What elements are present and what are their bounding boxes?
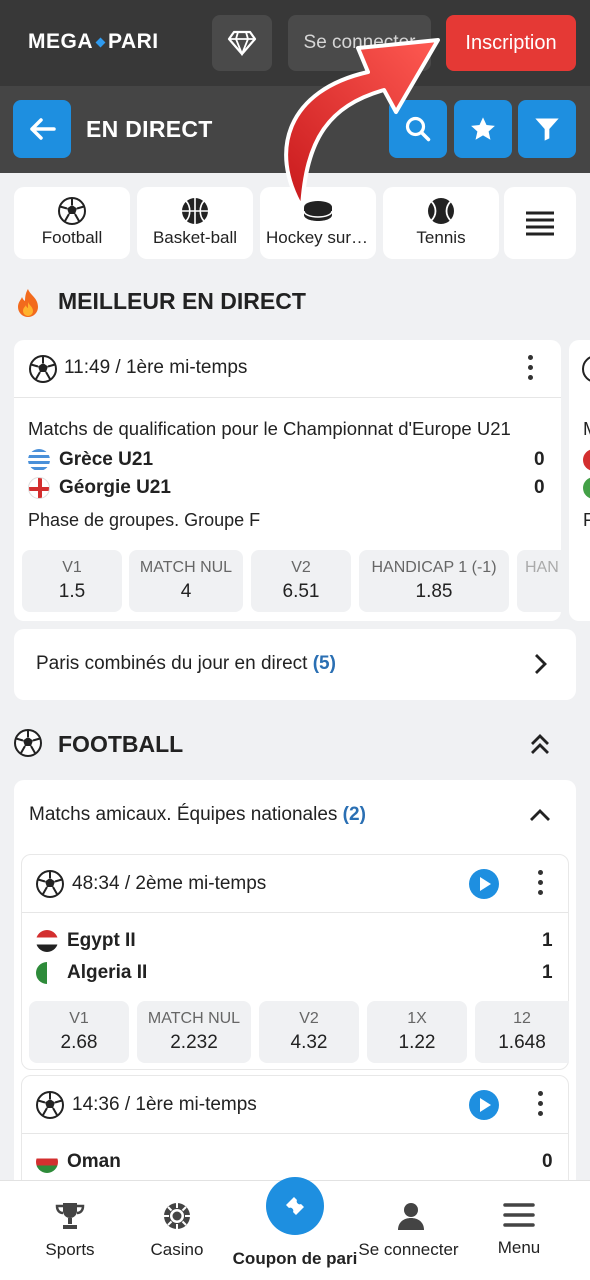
sport-tab-label: Football — [41, 228, 103, 247]
score-away: 0 — [534, 477, 545, 498]
flag-icon — [583, 449, 590, 471]
fire-icon — [18, 289, 38, 317]
match-phase: F — [583, 510, 590, 530]
egypt-flag-icon — [36, 930, 58, 952]
page-title: EN DIRECT — [86, 116, 213, 142]
score-home: 0 — [534, 449, 545, 470]
diamond-icon — [227, 30, 257, 56]
odd-button[interactable]: V1 1.5 — [22, 550, 122, 612]
live-stream-icon[interactable] — [469, 869, 499, 899]
favorites-button[interactable] — [454, 100, 512, 158]
sport-tab-label: Basket-ball — [152, 228, 238, 247]
basketball-icon — [182, 198, 208, 224]
signup-button[interactable]: Inscription — [446, 15, 576, 71]
team-away: Algeria II — [67, 962, 148, 983]
score-home: 1 — [542, 930, 553, 951]
more-options-icon[interactable] — [528, 355, 534, 385]
pointer-arrow-icon — [284, 38, 440, 210]
championship-name: Matchs amicaux. Équipes nationales (2) — [29, 804, 366, 825]
star-icon — [471, 117, 495, 140]
bet-slip-label: Coupon de pari — [232, 1249, 358, 1268]
more-options-icon[interactable] — [538, 1091, 544, 1121]
match-card-header: 14:36 / 1ère mi-temps — [22, 1076, 568, 1134]
team-away: Géorgie U21 — [59, 477, 171, 498]
ticket-icon — [286, 1197, 304, 1215]
odd-button[interactable]: V1 2.68 — [29, 1001, 129, 1063]
match-time: 11:49 / 1ère mi-temps — [64, 357, 248, 378]
filter-button[interactable] — [518, 100, 576, 158]
casino-chip-icon — [164, 1203, 190, 1229]
daily-combo-bets[interactable]: Paris combinés du jour en direct (5) — [14, 629, 576, 700]
match-card-header: 11:49 / 1ère mi-temps — [14, 340, 561, 398]
soccer-ball-icon — [14, 729, 42, 757]
odd-button[interactable]: MATCH NUL 4 — [129, 550, 243, 612]
nav-sports[interactable]: Sports — [15, 1201, 125, 1260]
arrow-left-icon — [30, 118, 56, 140]
flag-icon — [583, 477, 590, 499]
soccer-ball-icon — [36, 1091, 64, 1119]
georgia-flag-icon — [28, 477, 50, 499]
soccer-ball-icon — [29, 355, 57, 383]
back-button[interactable] — [13, 100, 71, 158]
oman-flag-icon — [36, 1151, 58, 1173]
nav-menu[interactable]: Menu — [464, 1201, 574, 1258]
filter-icon — [535, 118, 559, 141]
best-live-match-card[interactable]: 11:49 / 1ère mi-temps Matchs de qualific… — [14, 340, 561, 621]
algeria-flag-icon — [36, 962, 58, 984]
sport-tab-label: Hockey sur glace — [266, 228, 376, 247]
bet-slip-button[interactable] — [266, 1177, 324, 1235]
odd-button[interactable]: HANDICAP 1 (-1) 1.85 — [359, 550, 509, 612]
megapari-logo[interactable]: MEGA PARI — [28, 30, 159, 54]
nav-login[interactable]: Se connecter — [356, 1201, 466, 1260]
user-icon — [398, 1203, 424, 1230]
odd-button[interactable]: V2 4.32 — [259, 1001, 359, 1063]
match-phase: Phase de groupes. Groupe F — [28, 510, 261, 530]
bottom-navigation: Sports Casino Coupon de pari Se connecte… — [0, 1177, 590, 1280]
match-time: 48:34 / 2ème mi-temps — [72, 873, 267, 894]
score-away: 1 — [542, 962, 553, 983]
chevron-up-icon — [530, 809, 550, 821]
team-home: Grèce U21 — [59, 449, 154, 470]
double-chevron-up-icon[interactable] — [530, 733, 550, 755]
team-home: Oman — [67, 1151, 121, 1172]
sport-tab-basketball[interactable]: Basket-ball — [137, 187, 253, 259]
best-live-title: MEILLEUR EN DIRECT — [58, 288, 306, 314]
league-name: M — [583, 418, 590, 440]
odd-button[interactable]: 12 1.648 — [475, 1001, 569, 1063]
odd-button[interactable]: V2 6.51 — [251, 550, 351, 612]
match-card[interactable]: 48:34 / 2ème mi-temps Egypt II 1 Algeria… — [21, 854, 569, 1070]
combo-label: Paris combinés du jour en direct (5) — [36, 653, 336, 674]
greece-flag-icon — [28, 449, 50, 471]
live-stream-icon[interactable] — [469, 1090, 499, 1120]
football-section-title: FOOTBALL — [58, 731, 184, 757]
more-options-icon[interactable] — [538, 870, 544, 900]
more-sports-button[interactable] — [504, 187, 576, 259]
best-live-match-card-next[interactable]: M F — [569, 340, 590, 621]
hamburger-menu-icon — [503, 1203, 535, 1227]
sport-tab-label: Tennis — [416, 228, 466, 247]
team-home: Egypt II — [67, 930, 136, 951]
league-name: Matchs de qualification pour le Champion… — [28, 418, 511, 439]
soccer-ball-icon — [582, 356, 590, 382]
odd-button[interactable]: MATCH NUL 2.232 — [137, 1001, 251, 1063]
championship-header[interactable]: Matchs amicaux. Équipes nationales (2) — [14, 780, 576, 852]
match-card-header: 48:34 / 2ème mi-temps — [22, 855, 568, 913]
score-home: 0 — [542, 1151, 553, 1172]
soccer-ball-icon — [36, 870, 64, 898]
odd-button[interactable]: 1X 1.22 — [367, 1001, 467, 1063]
soccer-ball-icon — [58, 197, 86, 225]
odd-button[interactable]: HAN — [517, 550, 561, 612]
sport-tab-football[interactable]: Football — [14, 187, 130, 259]
trophy-icon — [55, 1203, 85, 1229]
chevron-right-icon — [535, 654, 547, 674]
match-time: 14:36 / 1ère mi-temps — [72, 1094, 257, 1115]
list-icon — [526, 211, 554, 236]
